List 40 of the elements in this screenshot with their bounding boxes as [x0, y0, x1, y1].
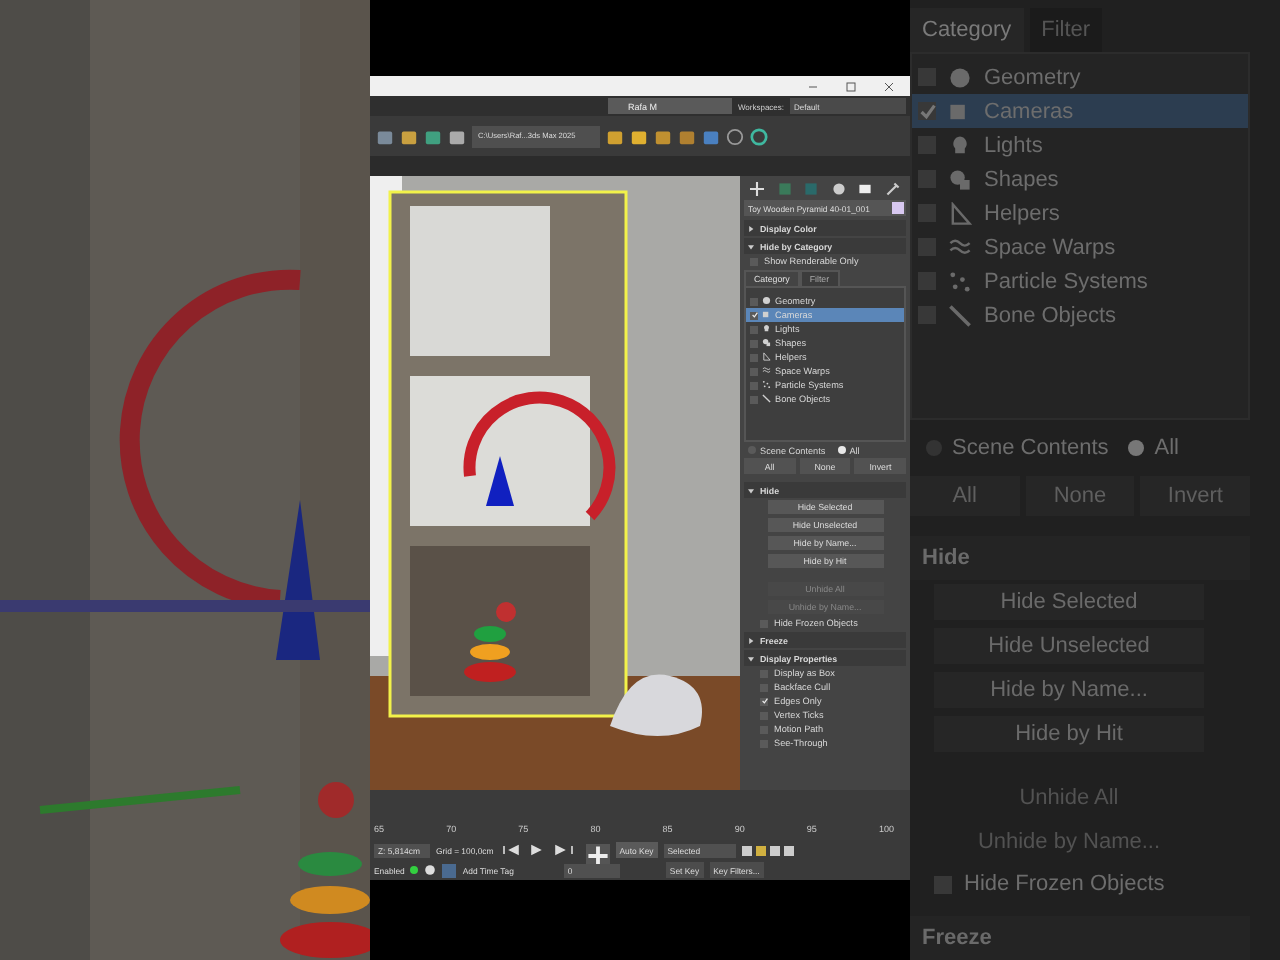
- bulb-icon: [948, 133, 972, 157]
- monitor-icon[interactable]: [858, 182, 873, 196]
- triangle-ruler-icon: [948, 201, 972, 225]
- navigation-icons[interactable]: [741, 843, 794, 857]
- bulb-icon: [762, 324, 771, 334]
- checkbox-option[interactable]: Hide Frozen Objects: [910, 864, 1280, 904]
- radio-option[interactable]: All: [1128, 436, 1180, 460]
- shapes-icon: [762, 338, 771, 348]
- checkbox[interactable]: [750, 297, 758, 305]
- wrench-icon[interactable]: [885, 182, 900, 196]
- bone-icon: [948, 303, 972, 327]
- triangle-ruler-icon: [762, 352, 771, 362]
- maximize-icon[interactable]: [846, 81, 856, 91]
- expand-caret-icon: [748, 637, 754, 643]
- check-icon: [751, 312, 757, 318]
- sphere-icon: [948, 65, 972, 89]
- refresh-icon[interactable]: [750, 127, 768, 145]
- minimize-icon[interactable]: [808, 81, 818, 91]
- checkbox[interactable]: [750, 325, 758, 333]
- dots-icon: [948, 269, 972, 293]
- tab[interactable]: Category: [910, 8, 1024, 52]
- circle-icon[interactable]: [726, 127, 744, 145]
- bone-icon: [762, 394, 771, 404]
- checkbox[interactable]: [918, 102, 936, 120]
- circle-icon[interactable]: [831, 182, 846, 196]
- collapse-caret-icon: [748, 655, 754, 661]
- radio-option[interactable]: Scene Contents: [926, 436, 1109, 460]
- check-icon: [761, 698, 767, 704]
- waves-icon: [948, 235, 972, 259]
- sphere-icon: [762, 296, 771, 306]
- close-icon[interactable]: [884, 81, 894, 91]
- waves-icon: [762, 366, 771, 376]
- color-swatch[interactable]: [892, 202, 904, 214]
- check-icon: [919, 103, 935, 119]
- plus-icon[interactable]: [750, 182, 765, 196]
- expand-caret-icon: [748, 225, 754, 231]
- status-dot: [410, 866, 419, 874]
- shapes-icon: [948, 167, 972, 191]
- collapse-caret-icon: [748, 243, 754, 249]
- collapse-caret-icon: [748, 487, 754, 493]
